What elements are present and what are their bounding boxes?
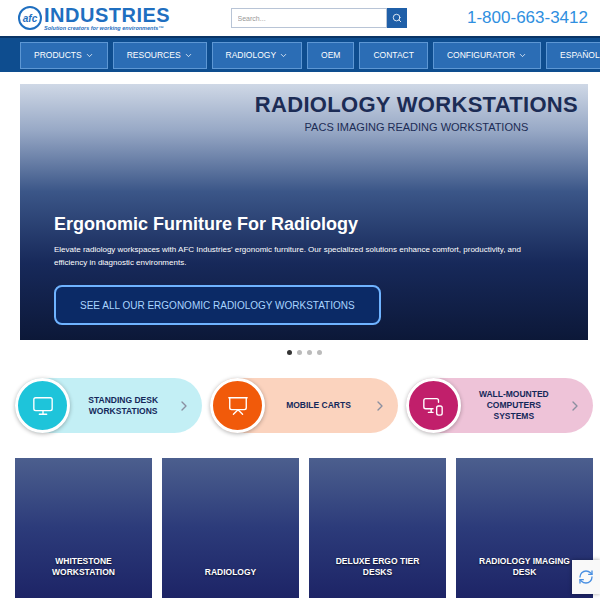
hero-heading-block: RADIOLOGY WORKSTATIONS PACS IMAGING READI…: [255, 92, 578, 133]
recaptcha-badge[interactable]: [572, 560, 600, 594]
product-label: RADIOLOGY IMAGING DESK: [475, 556, 575, 578]
slide-dots: [20, 350, 588, 355]
phone-number[interactable]: 1-800-663-3412: [467, 8, 588, 28]
nav-button[interactable]: CONFIGURATOR: [433, 42, 541, 69]
chevron-right-icon: [372, 398, 388, 414]
category-circle: [406, 378, 461, 433]
chevron-right-icon: [567, 398, 583, 414]
product-label: RADIOLOGY: [205, 567, 256, 578]
slide-dot[interactable]: [307, 350, 312, 355]
nav-button[interactable]: RADIOLOGY: [212, 42, 303, 69]
category-pill[interactable]: WALL-MOUNTED COMPUTERS SYSTEMS: [406, 378, 593, 433]
recaptcha-icon: [578, 569, 594, 585]
logo-text: INDUSTRIESSolution creators for working …: [44, 5, 170, 32]
page: afcINDUSTRIESSolution creators for worki…: [0, 0, 600, 600]
search-button[interactable]: [387, 8, 407, 28]
nav-button[interactable]: CONTACT: [359, 42, 427, 69]
chevron-right-icon: [176, 398, 192, 414]
hero-button[interactable]: SEE ALL OUR ERGONOMIC RADIOLOGY WORKSTAT…: [54, 285, 381, 325]
main-nav: PRODUCTSRESOURCESRADIOLOGYOEMCONTACTCONF…: [0, 36, 600, 72]
chevron-down-icon: [279, 51, 288, 60]
category-label: WALL-MOUNTED COMPUTERS SYSTEMS: [461, 389, 567, 422]
logo[interactable]: afcINDUSTRIESSolution creators for worki…: [18, 5, 170, 32]
hero-banner: RADIOLOGY WORKSTATIONS PACS IMAGING READI…: [20, 84, 588, 340]
category-circle: [210, 378, 265, 433]
slide-dot[interactable]: [287, 350, 292, 355]
hero-subheading: PACS IMAGING READING WORKSTATIONS: [255, 121, 578, 133]
category-icon: [422, 395, 444, 417]
product-tile[interactable]: WHITESTONE WORKSTATION: [15, 458, 152, 598]
main: RADIOLOGY WORKSTATIONS PACS IMAGING READI…: [0, 72, 600, 598]
category-row: STANDING DESK WORKSTATIONS MOBILE CARTS WA…: [15, 378, 593, 433]
chevron-down-icon: [184, 51, 193, 60]
product-tile[interactable]: DELUXE ERGO TIER DESKS: [309, 458, 446, 598]
slide-dot[interactable]: [297, 350, 302, 355]
category-icon: [227, 395, 249, 417]
product-label: DELUXE ERGO TIER DESKS: [328, 556, 428, 578]
nav-button[interactable]: PRODUCTS: [20, 42, 108, 69]
product-grid: WHITESTONE WORKSTATION RADIOLOGY DELUXE ER…: [15, 458, 593, 598]
nav-button[interactable]: OEM: [307, 42, 354, 69]
category-label: STANDING DESK WORKSTATIONS: [70, 395, 176, 417]
logo-name: INDUSTRIES: [44, 5, 170, 25]
slide-dot[interactable]: [317, 350, 322, 355]
hero-description: Elevate radiology workspaces with AFC In…: [54, 243, 554, 269]
logo-mark: afc: [18, 6, 42, 30]
nav-button[interactable]: ESPAÑOL: [546, 42, 600, 69]
header: afcINDUSTRIESSolution creators for worki…: [0, 0, 600, 36]
logo-tagline: Solution creators for working environmen…: [44, 26, 170, 32]
search-icon: [392, 13, 402, 23]
category-pill[interactable]: MOBILE CARTS: [210, 378, 397, 433]
hero-body: Ergonomic Furniture For Radiology Elevate…: [54, 214, 578, 325]
product-label: WHITESTONE WORKSTATION: [34, 556, 134, 578]
hero-title: Ergonomic Furniture For Radiology: [54, 214, 358, 235]
category-label: MOBILE CARTS: [265, 400, 371, 411]
category-circle: [15, 378, 70, 433]
category-icon: [32, 395, 54, 417]
search-box: [231, 8, 407, 28]
chevron-down-icon: [518, 51, 527, 60]
hero-heading: RADIOLOGY WORKSTATIONS: [255, 92, 578, 118]
chevron-down-icon: [85, 51, 94, 60]
search-input[interactable]: [231, 8, 387, 28]
nav-button[interactable]: RESOURCES: [113, 42, 207, 69]
category-pill[interactable]: STANDING DESK WORKSTATIONS: [15, 378, 202, 433]
product-tile[interactable]: RADIOLOGY: [162, 458, 299, 598]
